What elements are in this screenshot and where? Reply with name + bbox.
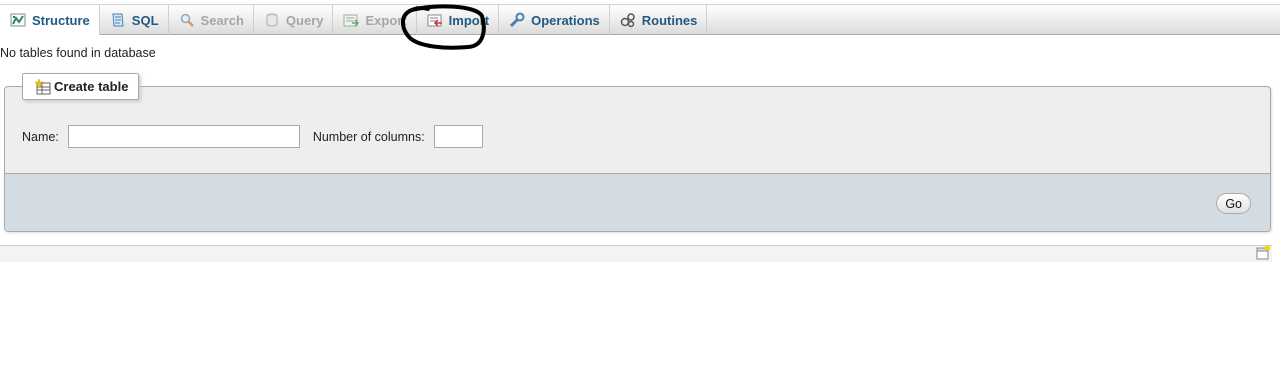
tab-label: Export: [365, 12, 407, 28]
no-tables-message: No tables found in database: [0, 46, 156, 60]
sql-icon: [110, 12, 126, 28]
create-table-fieldset: Name: Number of columns: Go: [4, 86, 1271, 232]
num-columns-input[interactable]: [433, 125, 483, 148]
tab-query[interactable]: Query: [254, 5, 334, 35]
tab-label: Query: [285, 12, 324, 28]
tab-operations[interactable]: Operations: [499, 5, 610, 35]
tab-label: Search: [200, 12, 244, 28]
tab-label: SQL: [131, 12, 159, 28]
tab-label: Structure: [32, 12, 90, 28]
create-table-legend: Create table: [22, 73, 140, 100]
new-table-icon: [35, 78, 51, 95]
go-button[interactable]: Go: [1216, 193, 1251, 214]
form-footer: Go: [5, 173, 1270, 231]
console-toggle-icon[interactable]: [1256, 246, 1270, 260]
tab-structure[interactable]: Structure: [0, 5, 100, 35]
columns-label: Number of columns:: [312, 129, 425, 144]
create-table-form-row: Name: Number of columns:: [22, 125, 483, 148]
tab-sql[interactable]: SQL: [100, 5, 169, 35]
tab-label: Import: [448, 12, 490, 28]
import-icon: [427, 12, 443, 28]
database-tab-bar: Structure SQL Search Query Export Import: [0, 4, 1280, 35]
tab-label: Operations: [531, 12, 600, 28]
tab-import[interactable]: Import: [417, 5, 500, 35]
tab-label: Routines: [641, 12, 698, 28]
tab-search[interactable]: Search: [169, 5, 254, 35]
export-icon: [343, 12, 360, 28]
tab-routines[interactable]: Routines: [610, 5, 708, 35]
table-name-input[interactable]: [67, 125, 300, 148]
create-table-label: Create table: [54, 79, 129, 94]
console-bar: [0, 245, 1272, 262]
tab-export[interactable]: Export: [333, 5, 417, 35]
routines-icon: [620, 12, 636, 28]
operations-icon: [509, 12, 525, 28]
search-icon: [179, 12, 195, 28]
structure-icon: [10, 12, 26, 28]
query-icon: [264, 12, 280, 28]
name-label: Name:: [22, 129, 59, 144]
